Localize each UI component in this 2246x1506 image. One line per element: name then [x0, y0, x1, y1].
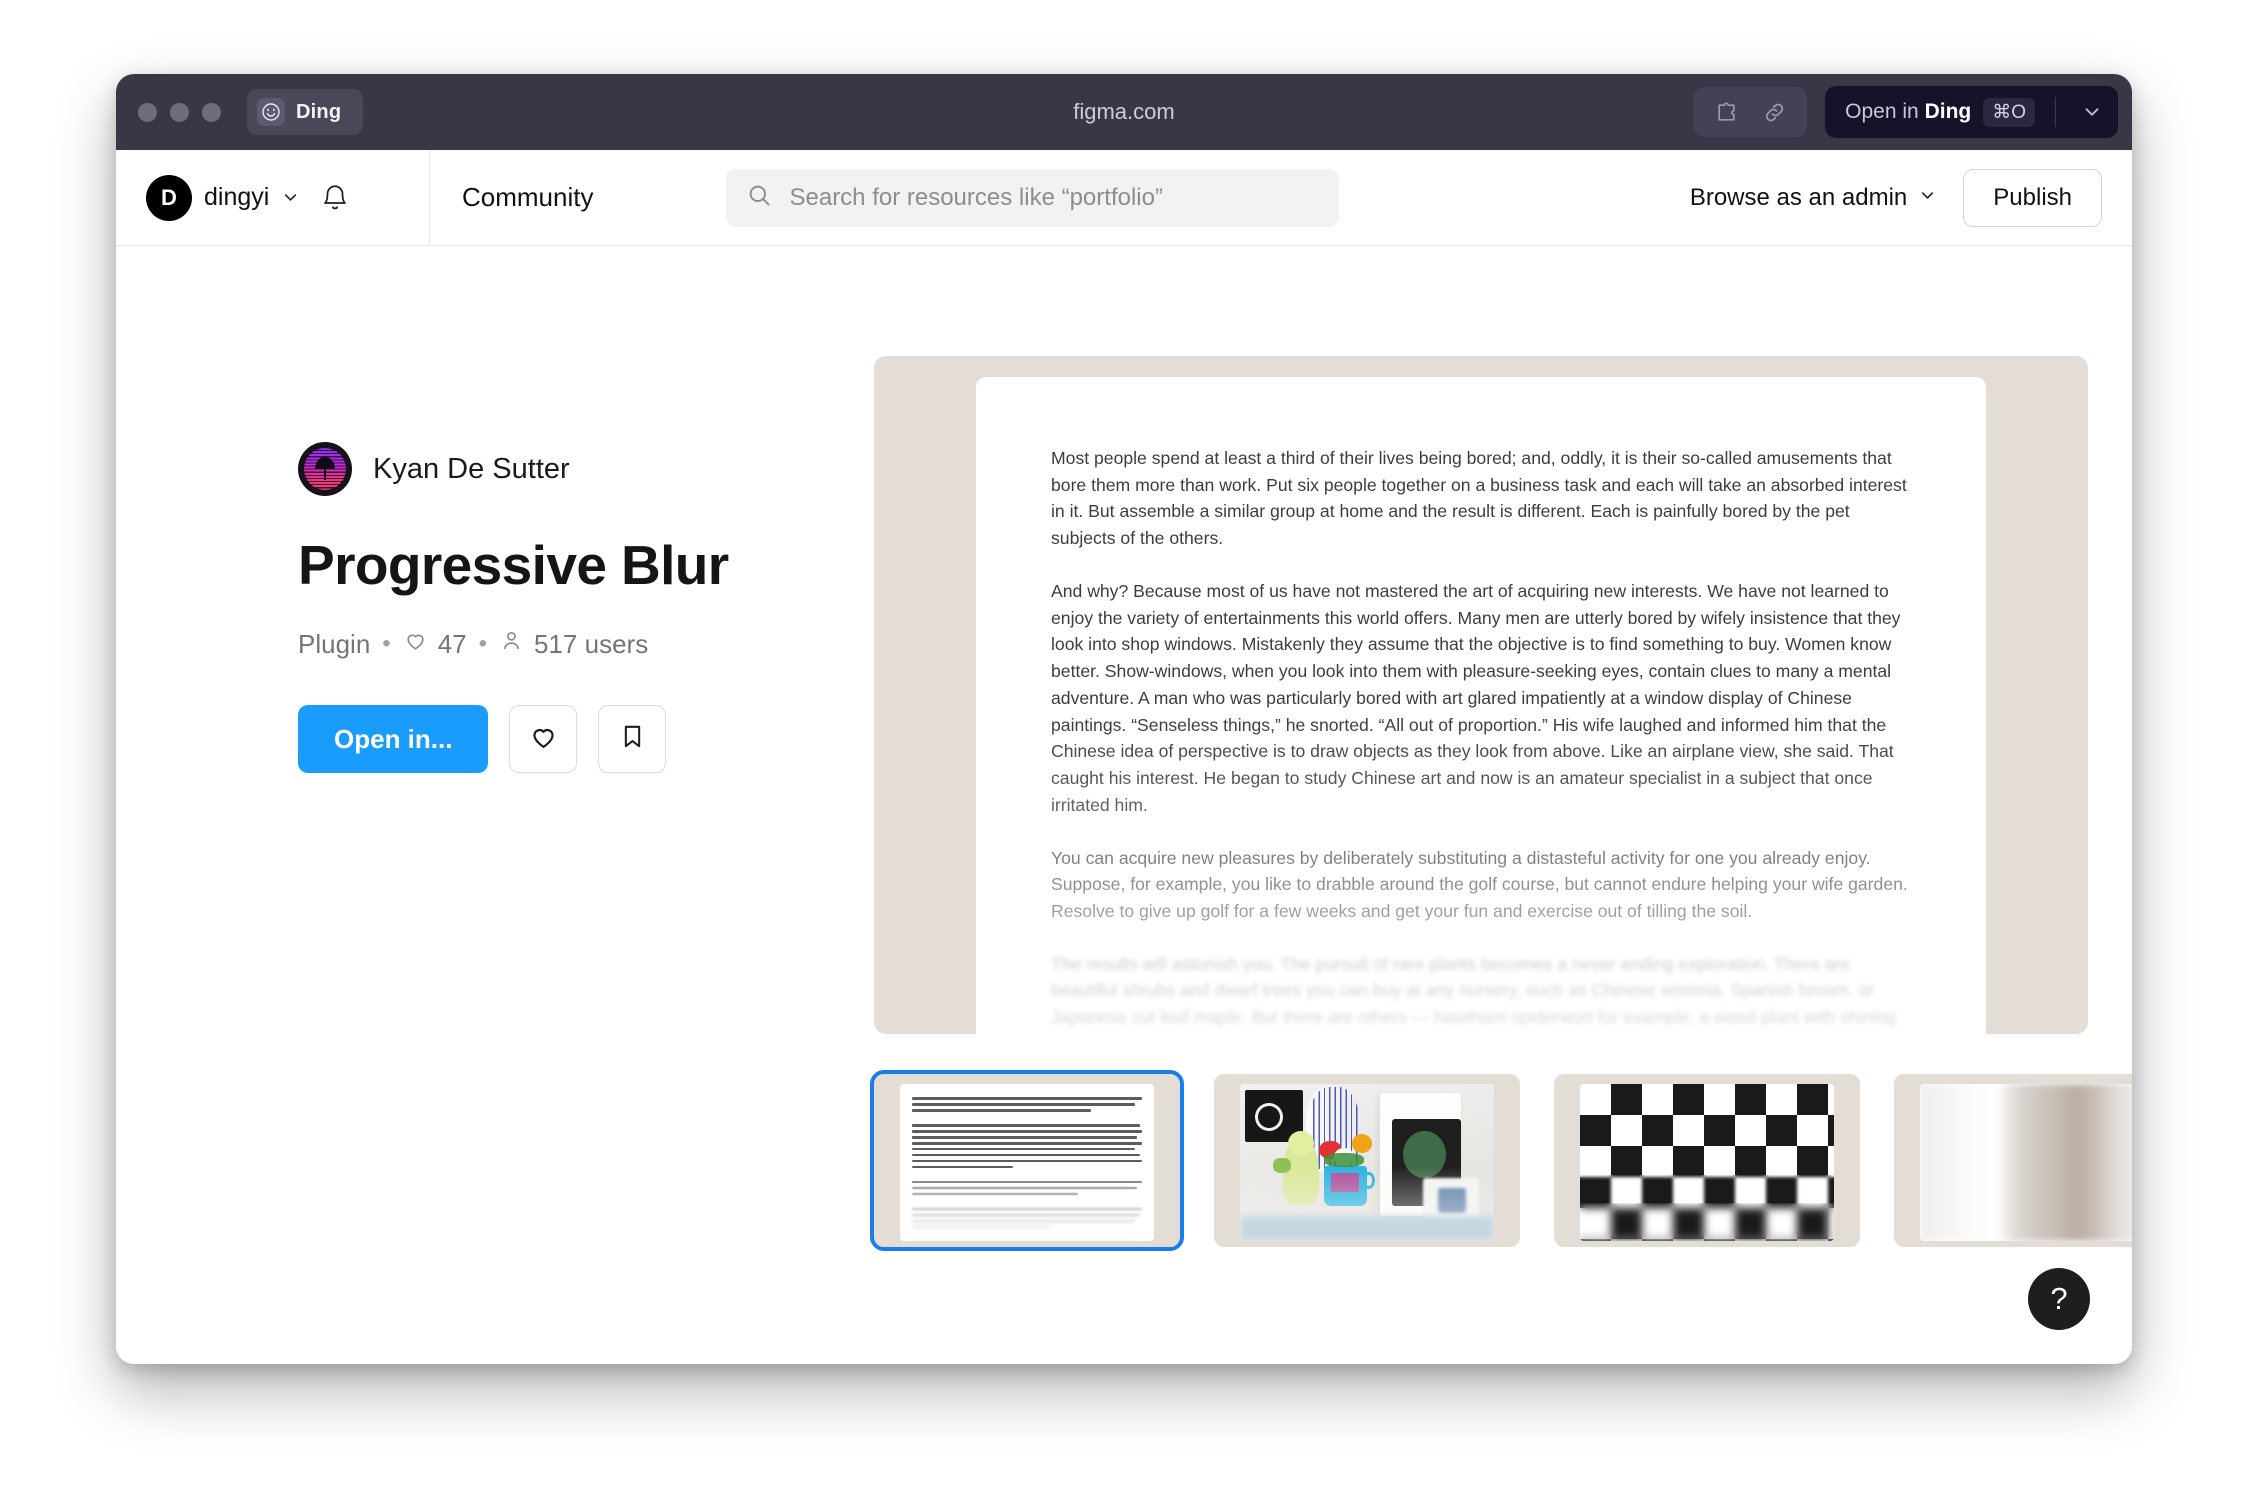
browser-titlebar: Ding figma.com Open in Ding ⌘O [116, 74, 2132, 150]
chevron-down-icon[interactable] [281, 188, 300, 207]
heart-icon [528, 721, 559, 757]
heart-icon [403, 628, 428, 660]
nav-community[interactable]: Community [462, 182, 593, 213]
user-menu[interactable]: D dingyi [116, 150, 430, 245]
bell-icon[interactable] [320, 183, 350, 213]
browse-as-admin-dropdown[interactable]: Browse as an admin [1690, 184, 1937, 212]
resource-type-label: Plugin [298, 628, 371, 659]
chevron-down-icon[interactable] [2070, 90, 2114, 134]
mini-document-lines [912, 1097, 1142, 1241]
meta-separator: • [478, 630, 488, 657]
resource-details-panel: Kyan De Sutter Progressive Blur Plugin •… [116, 246, 858, 1364]
browse-as-admin-label: Browse as an admin [1689, 183, 1908, 211]
bookmark-icon [618, 722, 647, 756]
search-input[interactable]: Search for resources like “portfolio” [726, 168, 1340, 227]
document-paragraph: You can acquire new pleasures by deliber… [1051, 847, 1908, 922]
meta-separator: • [382, 630, 391, 657]
document-blur-thumbnail[interactable] [870, 1070, 1184, 1251]
like-count: 47 [403, 628, 467, 660]
checkerboard-blur-thumbnail[interactable] [1554, 1074, 1860, 1247]
preview-panel: Most people spend at least a third of th… [858, 246, 2132, 1364]
document-text: Most people spend at least a third of th… [1051, 445, 1911, 1034]
action-buttons: Open in... [298, 705, 858, 773]
browser-tab[interactable]: Ding [247, 89, 364, 135]
open-in-app-label: Open in Ding [1845, 100, 1972, 123]
like-count-value: 47 [437, 628, 467, 659]
publish-button[interactable]: Publish [1963, 168, 2102, 227]
thumbnail-image [1920, 1084, 2132, 1241]
retro-sunset-avatar [298, 442, 352, 496]
search-placeholder: Search for resources like “portfolio” [789, 183, 1163, 211]
open-in-app-button[interactable]: Open in Ding ⌘O [1825, 86, 2118, 138]
header-right-controls: Browse as an admin Publish [1690, 168, 2102, 227]
browser-window: Ding figma.com Open in Ding ⌘O D dingyi … [116, 74, 2132, 1364]
titlebar-right-controls: Open in Ding ⌘O [1693, 86, 2118, 138]
open-in-shortcut-badge: ⌘O [1983, 97, 2035, 127]
traffic-lights [138, 102, 221, 122]
page-title: Progressive Blur [298, 534, 729, 596]
figma-app-header: D dingyi Community Search for resources … [116, 150, 2132, 246]
resource-meta: Plugin • 47 • 517 users [298, 628, 858, 660]
like-button[interactable] [509, 705, 578, 773]
user-name-label: dingyi [204, 183, 270, 211]
thumbnail-image [900, 1084, 1154, 1241]
author-name-label: Kyan De Sutter [373, 452, 570, 485]
thumbnail-image [1580, 1084, 1834, 1241]
search-icon [746, 182, 773, 214]
document-paragraph: The results will astonish you. The pursu… [1051, 953, 1896, 1034]
link-icon[interactable] [1753, 94, 1795, 130]
preview-document: Most people spend at least a third of th… [976, 377, 1986, 1034]
page-body: Kyan De Sutter Progressive Blur Plugin •… [116, 246, 2132, 1364]
chevron-down-icon [1918, 184, 1937, 212]
header-main: Community Search for resources like “por… [430, 150, 2132, 245]
open-in-button[interactable]: Open in... [298, 705, 489, 773]
avatar: D [146, 174, 192, 221]
photo-figurines-thumbnail[interactable] [1214, 1074, 1520, 1247]
maximize-window-button[interactable] [202, 102, 221, 122]
divider [2055, 97, 2056, 127]
thumbnail-strip [870, 1070, 2132, 1251]
user-count-value: 517 users [534, 628, 649, 659]
help-button[interactable]: ? [2028, 1268, 2090, 1330]
close-window-button[interactable] [138, 102, 157, 122]
thumbnail-image [1240, 1084, 1494, 1241]
document-paragraph: Most people spend at least a third of th… [1051, 448, 1907, 549]
minimize-window-button[interactable] [170, 102, 189, 122]
gradient-bars-thumbnail[interactable] [1894, 1074, 2132, 1247]
titlebar-icon-group [1693, 87, 1808, 137]
document-paragraph: And why? Because most of us have not mas… [1051, 580, 1901, 815]
puzzle-piece-icon[interactable] [1705, 94, 1747, 130]
smiley-icon [257, 98, 285, 126]
browser-tab-label: Ding [296, 100, 342, 123]
save-button[interactable] [598, 705, 667, 773]
author-row[interactable]: Kyan De Sutter [298, 442, 858, 496]
user-count: 517 users [499, 628, 648, 660]
person-icon [499, 628, 524, 660]
preview-stage: Most people spend at least a third of th… [874, 356, 2088, 1034]
